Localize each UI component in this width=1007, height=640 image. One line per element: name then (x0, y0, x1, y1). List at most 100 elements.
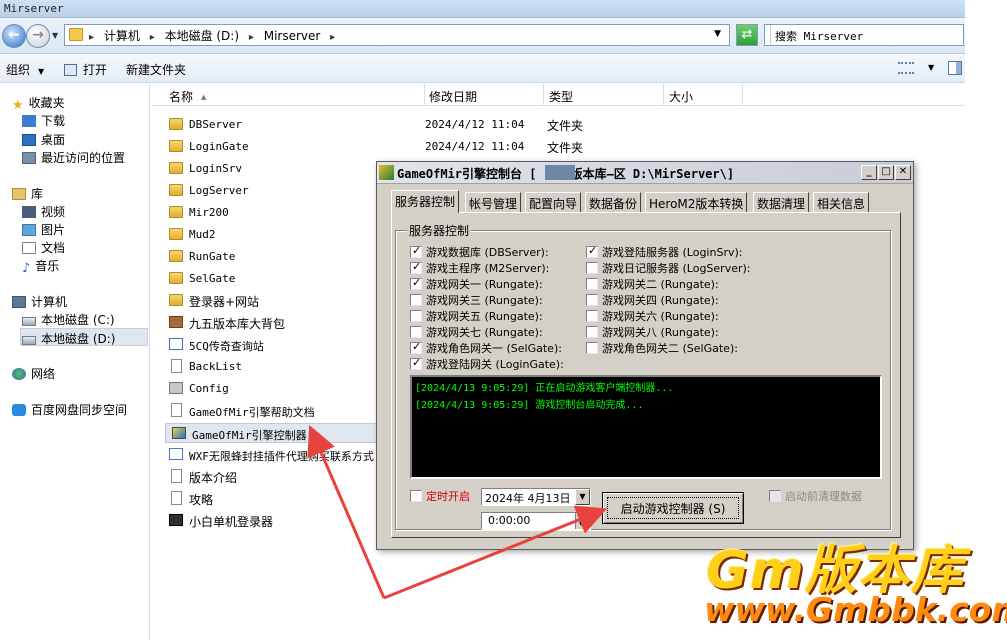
back-button[interactable]: ← (2, 24, 26, 48)
server-checkbox[interactable]: 游戏主程序 (M2Server): (410, 260, 549, 276)
date-picker[interactable]: 2024年 4月13日 ▼ (481, 488, 591, 506)
nav-recent[interactable]: 最近访问的位置 (22, 149, 125, 166)
view-dropdown-icon[interactable]: ▼ (928, 63, 934, 72)
server-checkbox[interactable]: 游戏角色网关一 (SelGate): (410, 340, 562, 356)
tab-account-management[interactable]: 帐号管理 (465, 192, 522, 212)
minimize-button[interactable]: _ (861, 165, 877, 180)
time-value: 0:00:00 (488, 514, 531, 527)
nav-network[interactable]: 网络 (12, 365, 55, 382)
column-type[interactable]: 类型 (549, 88, 573, 105)
column-name[interactable]: 名称 ▲ (169, 88, 206, 105)
column-divider[interactable] (424, 84, 425, 106)
file-name: LoginGate (189, 140, 249, 153)
server-checkbox[interactable]: 游戏网关四 (Rungate): (586, 292, 719, 308)
timer-start-label: 定时开启 (426, 490, 470, 503)
preview-pane-icon[interactable] (948, 61, 962, 75)
server-checkbox[interactable]: 游戏数据库 (DBServer): (410, 244, 549, 260)
nav-videos[interactable]: 视频 (22, 203, 65, 220)
nav-favorites[interactable]: ★ 收藏夹 (12, 94, 65, 113)
column-date[interactable]: 修改日期 (429, 88, 477, 105)
address-bar[interactable]: ▸ 计算机 ▸ 本地磁盘 (D:) ▸ Mirserver ▸ ▼ (64, 24, 730, 46)
file-row[interactable]: LoginGate 2024/4/12 11:04 文件夹 (163, 137, 583, 157)
server-checkbox[interactable]: 游戏登陆服务器 (LoginSrv): (586, 244, 742, 260)
folder-icon (169, 294, 183, 306)
column-name-label: 名称 (169, 90, 194, 104)
open-button[interactable]: 打开 (64, 61, 107, 78)
nav-videos-label: 视频 (41, 205, 66, 219)
column-divider[interactable] (742, 84, 743, 106)
server-checkbox[interactable]: 游戏网关一 (Rungate): (410, 276, 543, 292)
checkbox-label: 游戏日记服务器 (LogServer): (602, 262, 751, 275)
tab-herom2-convert[interactable]: HeroM2版本转换 (645, 192, 748, 212)
breadcrumb-computer[interactable]: 计算机 (104, 29, 140, 43)
checkbox-label: 游戏网关七 (Rungate): (426, 326, 543, 339)
breadcrumb-mirserver[interactable]: Mirserver (264, 29, 321, 43)
file-row[interactable]: DBServer 2024/4/12 11:04 文件夹 (163, 115, 583, 135)
chevron-down-icon[interactable]: ▼ (575, 489, 590, 505)
maximize-button[interactable]: □ (878, 165, 894, 180)
file-icon (171, 403, 182, 417)
nav-drive-c[interactable]: 本地磁盘 (C:) (22, 311, 115, 328)
server-checkbox[interactable]: 游戏网关五 (Rungate): (410, 308, 543, 324)
file-name: 登录器+网站 (189, 295, 260, 309)
spinner-icon[interactable] (575, 510, 590, 529)
view-options-icon[interactable] (898, 62, 914, 74)
time-picker[interactable]: 0:00:00 (481, 510, 591, 530)
tab-config-wizard[interactable]: 配置向导 (525, 192, 582, 212)
history-dropdown-icon[interactable]: ▼ (52, 31, 58, 40)
search-input[interactable]: 搜索 Mirserver (764, 24, 964, 46)
address-dropdown-icon[interactable]: ▼ (714, 29, 721, 39)
nav-computer[interactable]: 计算机 (12, 293, 67, 310)
close-button[interactable]: ✕ (895, 165, 911, 180)
server-checkbox[interactable]: 游戏网关二 (Rungate): (586, 276, 719, 292)
chevron-right-icon[interactable]: ▸ (150, 32, 155, 43)
nav-libraries[interactable]: 库 (12, 185, 43, 202)
start-controller-button[interactable]: 启动游戏控制器 (S) (602, 492, 744, 524)
server-checkbox[interactable]: 游戏网关八 (Rungate): (586, 324, 719, 340)
column-divider[interactable] (543, 84, 544, 106)
clean-before-start-label: 启动前清理数据 (785, 490, 862, 503)
window-titlebar[interactable]: Mirserver (0, 0, 965, 18)
redacted-region (545, 165, 575, 180)
file-name: GameOfMir引擎帮助文档 (189, 406, 315, 419)
tab-about[interactable]: 相关信息 (813, 192, 870, 212)
checkbox-label: 游戏主程序 (M2Server): (426, 262, 550, 275)
checkbox-label: 游戏登陆服务器 (LoginSrv): (602, 246, 743, 259)
organize-button[interactable]: 组织 ▼ (6, 61, 44, 78)
chevron-right-icon[interactable]: ▸ (249, 32, 254, 43)
breadcrumb-drive-d[interactable]: 本地磁盘 (D:) (165, 29, 239, 43)
nav-documents[interactable]: 文档 (22, 239, 65, 256)
server-checkbox[interactable]: 游戏网关三 (Rungate): (410, 292, 543, 308)
folder-icon (169, 184, 183, 196)
forward-button[interactable]: → (26, 24, 50, 48)
clean-before-start-checkbox[interactable]: 启动前清理数据 (769, 488, 862, 504)
server-checkbox[interactable]: 游戏网关六 (Rungate): (586, 308, 719, 324)
nav-pictures[interactable]: 图片 (22, 221, 65, 238)
file-name: Mir200 (189, 206, 229, 219)
breadcrumb: ▸ 计算机 ▸ 本地磁盘 (D:) ▸ Mirserver ▸ (89, 27, 341, 44)
server-checkbox[interactable]: 游戏网关七 (Rungate): (410, 324, 543, 340)
network-icon (12, 368, 26, 380)
dialog-titlebar[interactable]: GameOfMir引擎控制台 [版本库—区 D:\MirServer\] _ □… (377, 162, 913, 184)
nav-baidu-sync[interactable]: 百度网盘同步空间 (12, 401, 127, 418)
nav-desktop[interactable]: 桌面 (22, 131, 65, 148)
checkbox-box (410, 490, 422, 502)
tab-server-control[interactable]: 服务器控制 (391, 190, 460, 213)
app-icon (169, 382, 183, 394)
file-row[interactable]: GameOfMir引擎控制器 (165, 423, 395, 443)
server-checkbox[interactable]: 游戏角色网关二 (SelGate): (586, 340, 738, 356)
column-divider[interactable] (663, 84, 664, 106)
server-checkbox[interactable]: 游戏日记服务器 (LogServer): (586, 260, 751, 276)
nav-music[interactable]: ♪ 音乐 (22, 257, 59, 276)
refresh-button[interactable]: ⇄ (736, 24, 758, 46)
server-checkbox[interactable]: 游戏登陆网关 (LoginGate): (410, 356, 564, 372)
tab-data-cleanup[interactable]: 数据清理 (753, 192, 810, 212)
new-folder-button[interactable]: 新建文件夹 (126, 61, 186, 78)
nav-drive-d[interactable]: 本地磁盘 (D:) (20, 328, 148, 346)
timer-start-checkbox[interactable]: 定时开启 (410, 488, 470, 504)
tab-data-backup[interactable]: 数据备份 (585, 192, 642, 212)
nav-downloads[interactable]: 下载 (22, 112, 65, 129)
column-size[interactable]: 大小 (669, 88, 693, 105)
chevron-right-icon[interactable]: ▸ (330, 32, 335, 43)
folder-icon (169, 206, 183, 218)
